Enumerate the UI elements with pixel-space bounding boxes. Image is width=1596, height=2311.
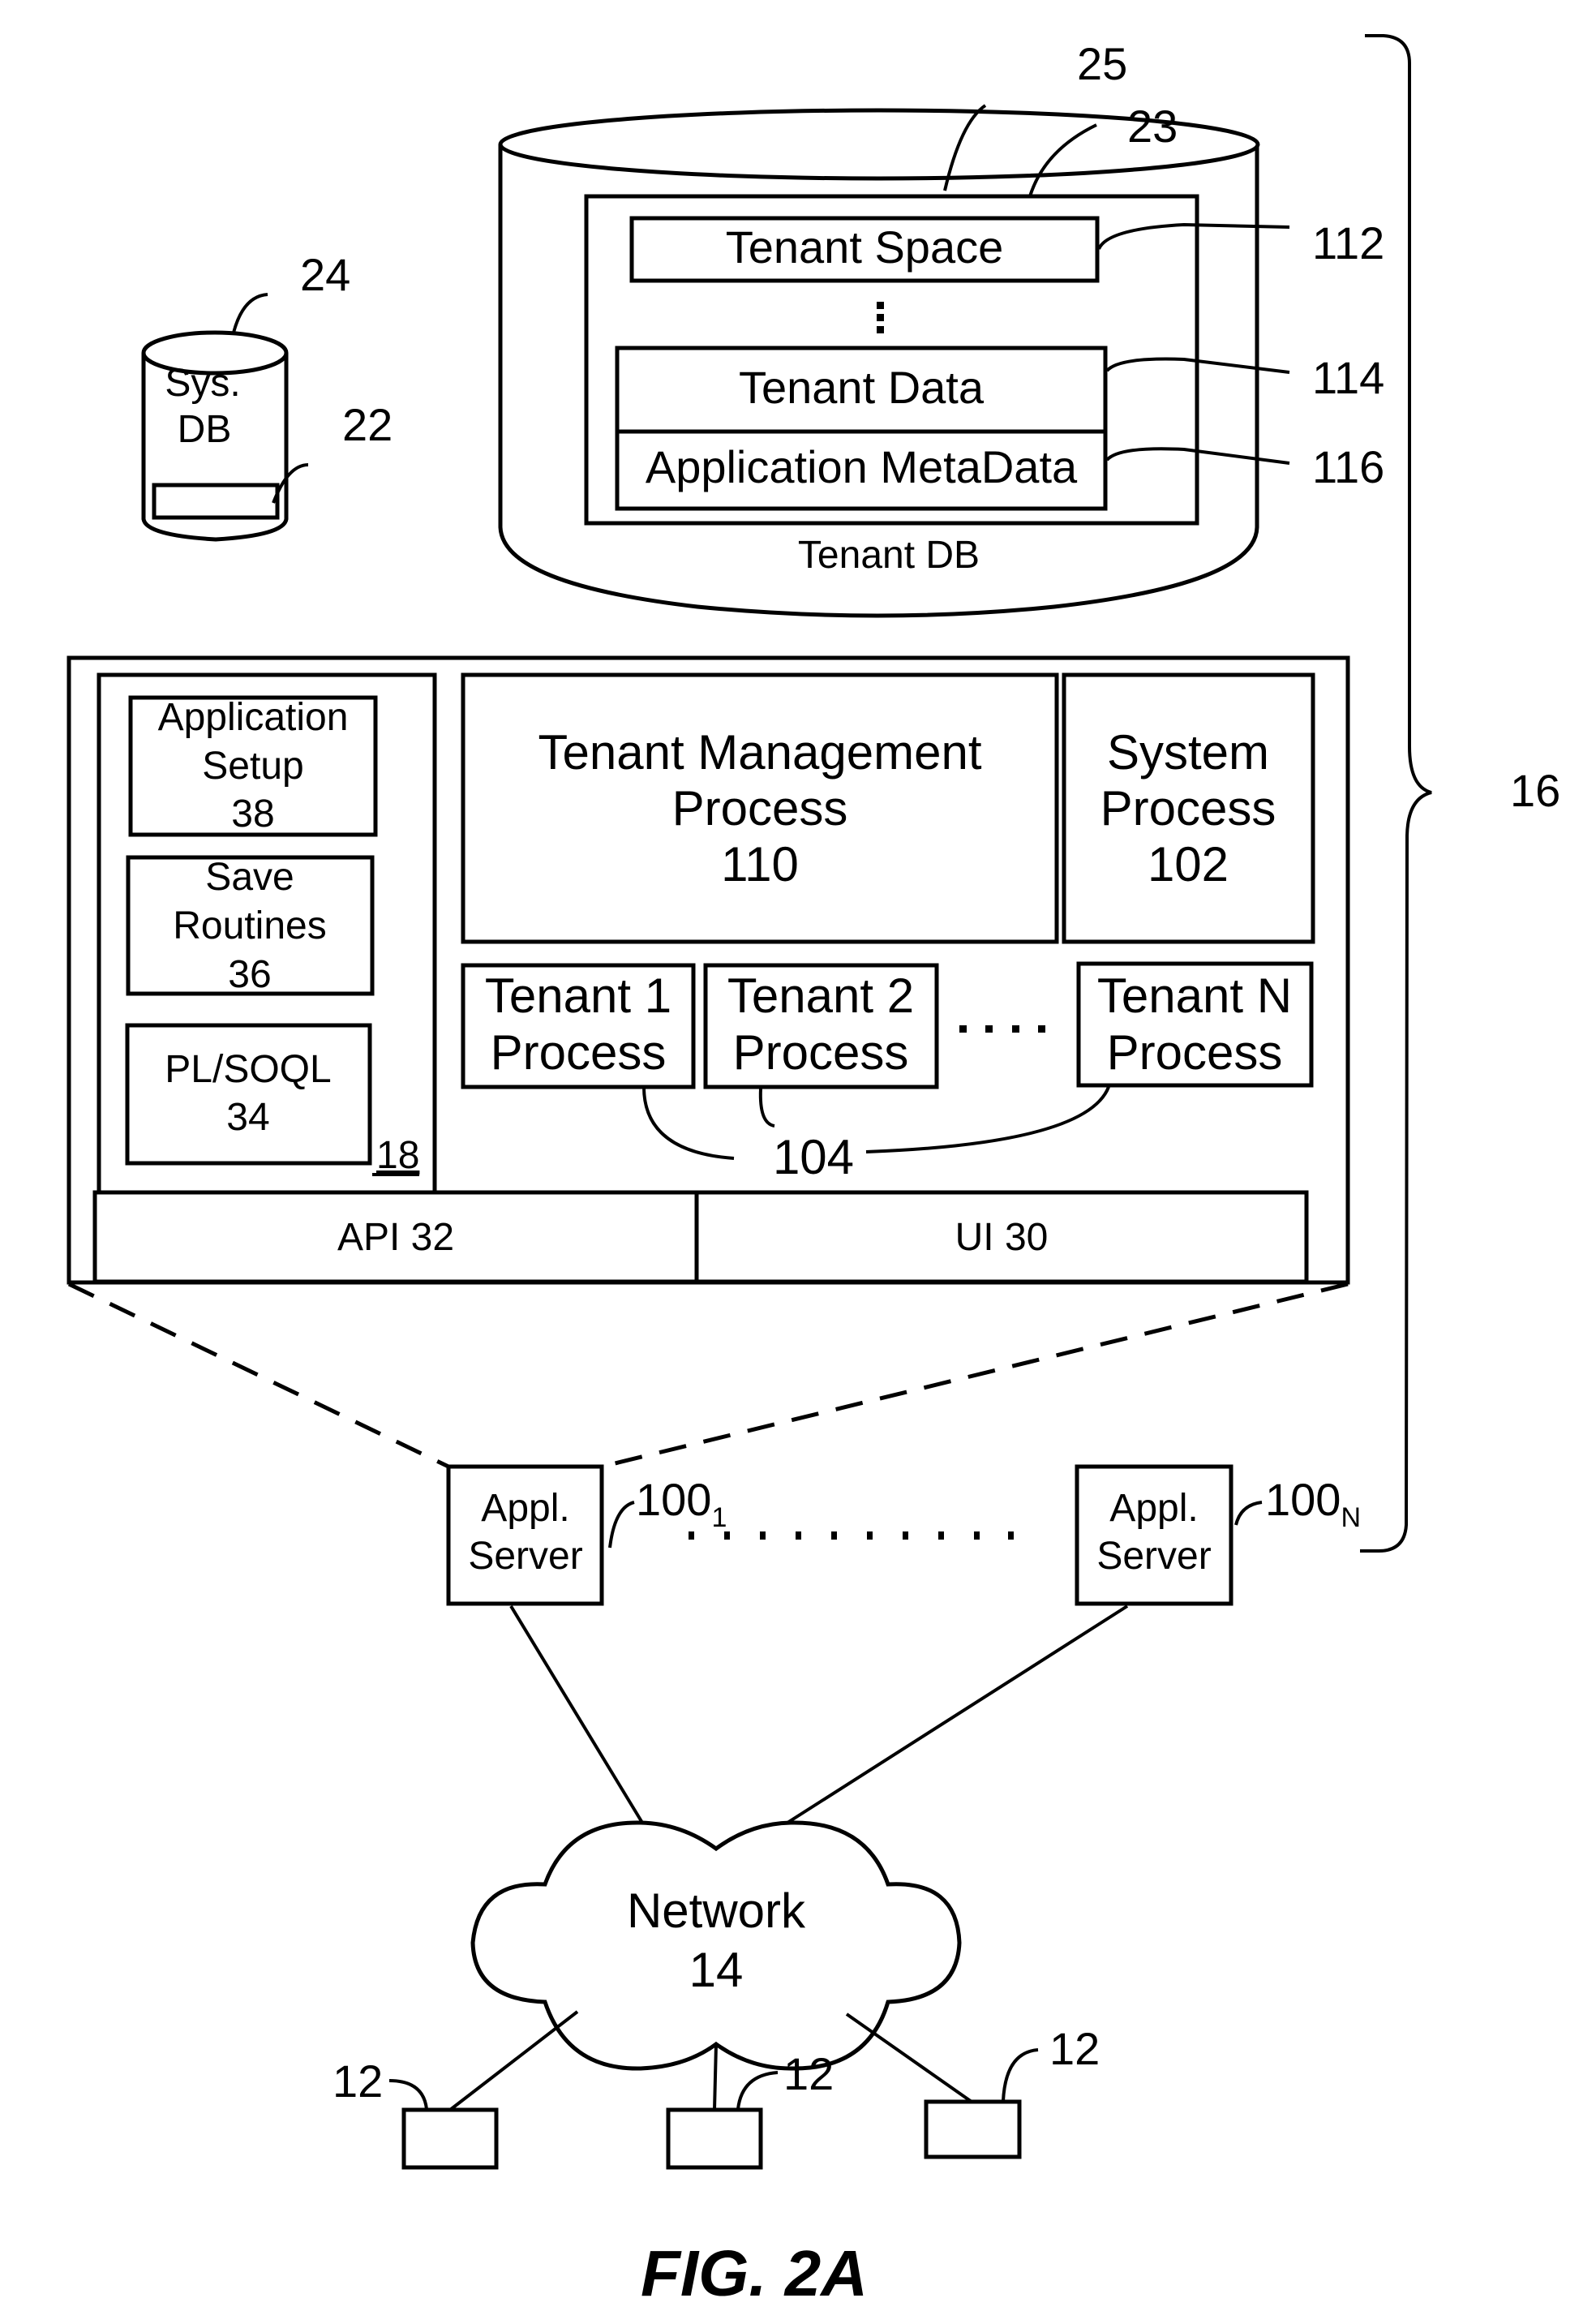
tenant-n-process-label-2: Process — [1107, 1025, 1283, 1080]
leader-100-n — [1234, 1501, 1263, 1526]
system-ref-label: 16 — [1510, 765, 1560, 816]
app-server-dots — [689, 1531, 1014, 1540]
app-server-n-ref: 100N — [1265, 1474, 1361, 1533]
leader-24 — [232, 293, 268, 333]
tenant-storage-ref: 23 — [1127, 101, 1178, 152]
app-setup-ref: 38 — [231, 793, 274, 835]
plsoql-box[interactable] — [125, 1023, 372, 1166]
tenant-mgmt-label-2: Process — [672, 781, 848, 835]
tenant-data-ref: 114 — [1312, 352, 1384, 403]
app-server-n-label-1: Appl. — [1109, 1487, 1198, 1530]
link-network-client-1 — [448, 2010, 579, 2111]
system-db-cylinder[interactable]: Sys. DB — [141, 330, 289, 542]
tenant-n-process-label-1: Tenant N — [1097, 969, 1292, 1023]
tenant-space-ellipsis — [877, 302, 884, 333]
plsoql-ref: 34 — [226, 1096, 269, 1139]
system-process-ref: 102 — [1148, 837, 1229, 891]
system-db-ref: 24 — [300, 249, 350, 300]
system-process-label-2: Process — [1100, 781, 1276, 835]
app-server-1-ref: 1001 — [636, 1474, 727, 1533]
system-db-label-2: DB — [178, 408, 232, 451]
tenant-db-cylinder[interactable]: 25 23 Tenant Space Tenant Data Applicati… — [498, 38, 1260, 618]
left-panel-ref: 18 — [376, 1134, 419, 1177]
app-server-n-label-2: Server — [1096, 1535, 1211, 1578]
api-label: API 32 — [337, 1216, 454, 1259]
app-setup-label-2: Setup — [202, 745, 303, 788]
app-server-n-ref-num: 100 — [1265, 1474, 1341, 1525]
save-routines-ref: 36 — [228, 953, 271, 996]
leader-12-client-2 — [736, 2071, 779, 2110]
leader-100-1 — [608, 1501, 635, 1549]
tenant-space-ref: 112 — [1312, 217, 1384, 268]
app-server-1-label-2: Server — [468, 1535, 582, 1578]
tenant-2-process-label-2: Process — [733, 1025, 909, 1080]
network-label: Network — [627, 1884, 806, 1938]
client-2[interactable] — [666, 2107, 763, 2170]
zoom-line-left — [67, 1282, 450, 1469]
network-ref: 14 — [689, 1943, 744, 1997]
tenant-db-ref: 25 — [1077, 38, 1127, 89]
architecture-diagram: 16 25 23 Tenant Space Tenant Data Applic… — [66, 34, 1560, 2309]
system-db-label-1: Sys. — [165, 362, 240, 405]
system-db-inner-ref: 22 — [342, 399, 393, 450]
client-3[interactable] — [924, 2099, 1022, 2159]
tenant-2-process-label-1: Tenant 2 — [727, 969, 914, 1023]
ui-label: UI 30 — [955, 1216, 1049, 1259]
link-network-client-2 — [713, 2043, 718, 2111]
client-2-ref: 12 — [783, 2048, 834, 2099]
tenant-space-label: Tenant Space — [726, 221, 1003, 273]
app-server-n[interactable]: Appl. Server — [1075, 1464, 1233, 1606]
save-routines-label-1: Save — [205, 856, 294, 899]
app-server-1-ref-num: 100 — [636, 1474, 711, 1525]
link-network-client-3 — [845, 2012, 973, 2103]
tenant-mgmt-ref: 110 — [721, 837, 799, 891]
client-3-ref: 12 — [1049, 2023, 1100, 2074]
tenant-processes-ref: 104 — [773, 1130, 854, 1184]
app-metadata-label: Application MetaData — [646, 441, 1078, 492]
plsoql-label: PL/SOQL — [165, 1048, 331, 1091]
leader-12-client-1 — [388, 2079, 428, 2110]
save-routines-label-2: Routines — [173, 904, 326, 947]
figure-caption: FIG. 2A — [641, 2237, 868, 2309]
app-server-1-label-1: Appl. — [481, 1487, 569, 1530]
app-server-n-ref-sub: N — [1341, 1502, 1361, 1533]
system-db-inner-box — [152, 483, 280, 520]
tenant-1-process-label-2: Process — [491, 1025, 667, 1080]
client-1[interactable] — [401, 2107, 499, 2170]
network-cloud[interactable]: Network 14 — [470, 1820, 962, 2071]
tenant-1-process-label-1: Tenant 1 — [485, 969, 671, 1023]
system-process-label-1: System — [1107, 725, 1269, 780]
link-server-n-network — [786, 1604, 1129, 1824]
link-server-1-network — [509, 1604, 644, 1824]
app-server-1-ref-sub: 1 — [711, 1502, 727, 1533]
tenant-mgmt-label-1: Tenant Management — [538, 725, 981, 780]
app-server-detail: Application Setup 38 Save Routines 36 PL… — [66, 655, 1350, 1285]
zoom-line-right — [601, 1282, 1349, 1469]
leader-12-client-3 — [1002, 2048, 1039, 2102]
client-1-ref: 12 — [332, 2055, 383, 2107]
app-setup-label-1: Application — [158, 696, 349, 739]
tenant-db-label: Tenant DB — [798, 534, 980, 577]
tenant-data-label: Tenant Data — [739, 362, 985, 413]
app-metadata-ref: 116 — [1312, 441, 1384, 492]
app-server-1[interactable]: Appl. Server — [446, 1464, 604, 1606]
